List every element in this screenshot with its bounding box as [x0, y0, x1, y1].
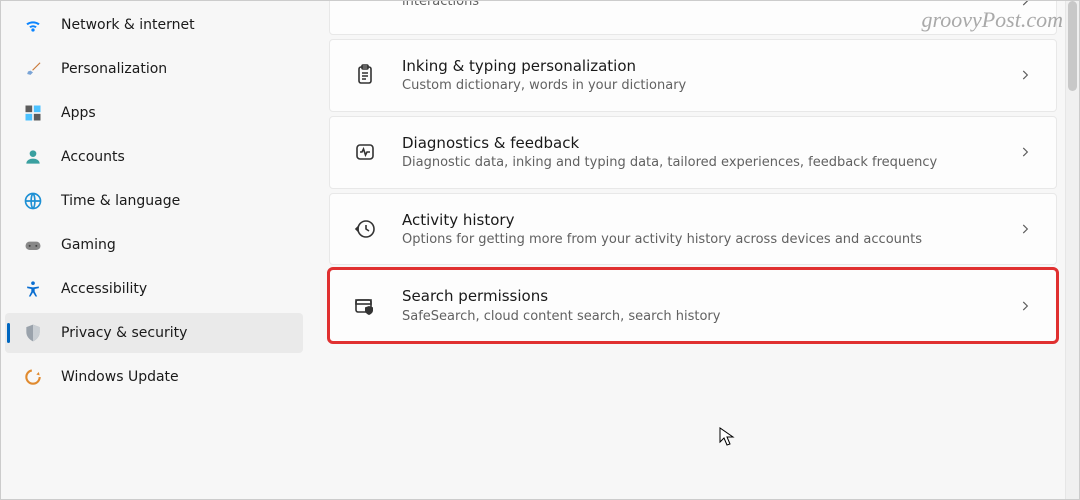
card-desc: Options for getting more from your activ… — [402, 231, 1006, 249]
sidebar-item-windows-update[interactable]: Windows Update — [5, 357, 303, 397]
wifi-icon — [23, 15, 43, 35]
settings-sidebar: Network & internet Personalization Apps … — [1, 1, 311, 499]
sidebar-item-label: Personalization — [61, 61, 167, 77]
sidebar-item-label: Accessibility — [61, 281, 147, 297]
sidebar-item-label: Accounts — [61, 149, 125, 165]
diagnostics-icon — [352, 139, 378, 165]
scrollbar-thumb[interactable] — [1068, 1, 1077, 91]
sidebar-item-personalization[interactable]: Personalization — [5, 49, 303, 89]
sidebar-item-label: Privacy & security — [61, 325, 187, 341]
card-diagnostics-feedback[interactable]: Diagnostics & feedback Diagnostic data, … — [329, 116, 1057, 189]
shield-icon — [23, 323, 43, 343]
sidebar-item-time-language[interactable]: Time & language — [5, 181, 303, 221]
clipboard-icon — [352, 62, 378, 88]
sidebar-item-gaming[interactable]: Gaming — [5, 225, 303, 265]
chevron-right-icon — [1018, 1, 1034, 9]
apps-icon — [23, 103, 43, 123]
chevron-right-icon — [1018, 67, 1034, 83]
chevron-right-icon — [1018, 221, 1034, 237]
settings-main: interactions Inking & typing personaliza… — [311, 1, 1079, 499]
history-icon — [352, 216, 378, 242]
sidebar-item-accessibility[interactable]: Accessibility — [5, 269, 303, 309]
card-desc: SafeSearch, cloud content search, search… — [402, 308, 1006, 326]
speech-icon — [352, 1, 378, 14]
sidebar-item-label: Gaming — [61, 237, 116, 253]
globe-clock-icon — [23, 191, 43, 211]
card-desc: interactions — [402, 1, 1006, 10]
paintbrush-icon — [23, 59, 43, 79]
chevron-right-icon — [1018, 144, 1034, 160]
card-inking-typing[interactable]: Inking & typing personalization Custom d… — [329, 39, 1057, 112]
sidebar-item-privacy-security[interactable]: Privacy & security — [5, 313, 303, 353]
chevron-right-icon — [1018, 298, 1034, 314]
sidebar-item-label: Time & language — [61, 193, 180, 209]
sidebar-item-apps[interactable]: Apps — [5, 93, 303, 133]
card-title: Diagnostics & feedback — [402, 133, 1006, 153]
card-title: Activity history — [402, 210, 1006, 230]
sidebar-item-label: Windows Update — [61, 369, 179, 385]
card-title: Inking & typing personalization — [402, 56, 1006, 76]
person-icon — [23, 147, 43, 167]
sidebar-item-label: Network & internet — [61, 17, 195, 33]
gamepad-icon — [23, 235, 43, 255]
card-title: Search permissions — [402, 286, 1006, 306]
search-permissions-icon — [352, 293, 378, 319]
sidebar-item-accounts[interactable]: Accounts — [5, 137, 303, 177]
update-icon — [23, 367, 43, 387]
card-speech[interactable]: interactions — [329, 1, 1057, 35]
sidebar-item-network[interactable]: Network & internet — [5, 5, 303, 45]
sidebar-item-label: Apps — [61, 105, 96, 121]
accessibility-icon — [23, 279, 43, 299]
card-desc: Custom dictionary, words in your diction… — [402, 77, 1006, 95]
scrollbar[interactable] — [1065, 1, 1079, 499]
card-activity-history[interactable]: Activity history Options for getting mor… — [329, 193, 1057, 266]
card-search-permissions[interactable]: Search permissions SafeSearch, cloud con… — [329, 269, 1057, 342]
card-desc: Diagnostic data, inking and typing data,… — [402, 154, 1006, 172]
